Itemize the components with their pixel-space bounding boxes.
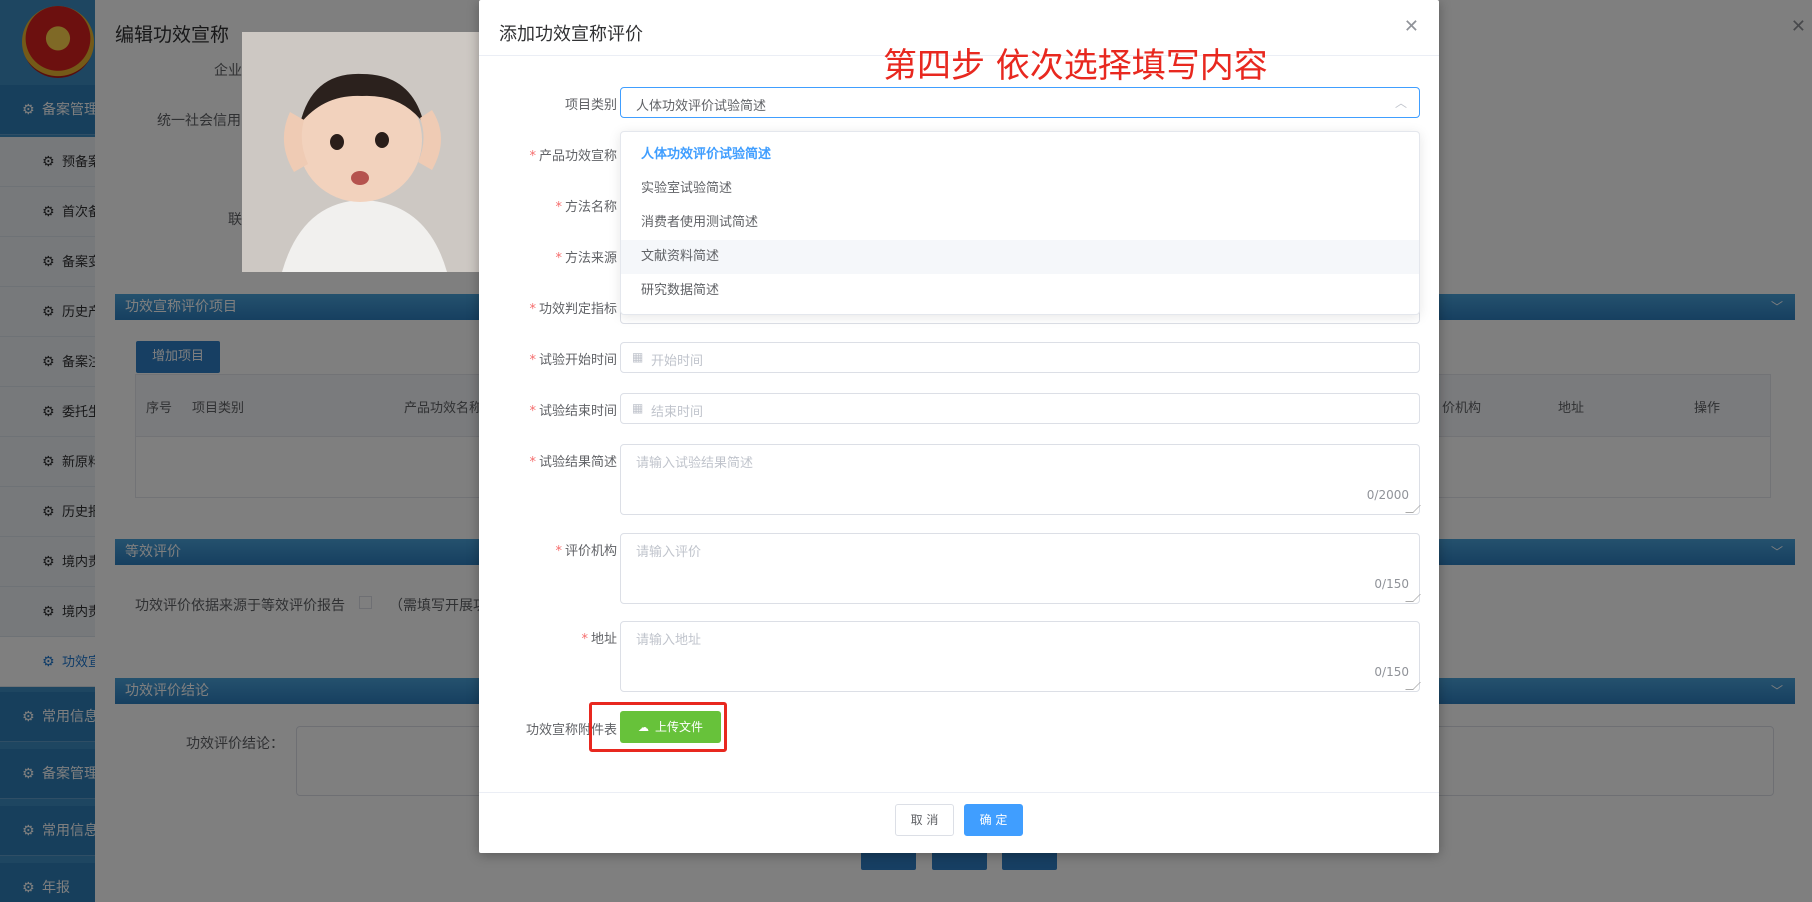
option-human-efficacy[interactable]: 人体功效评价试验简述: [621, 138, 1419, 172]
calendar-icon: ▦: [632, 350, 644, 364]
dialog-title: 添加功效宣称评价: [499, 24, 643, 45]
option-literature[interactable]: 文献资料简述: [621, 240, 1419, 274]
resize-handle[interactable]: [1405, 594, 1421, 602]
end-time-label: * 试验结束时间: [529, 404, 617, 419]
annotation-highlight-box: [589, 702, 727, 752]
chevron-up-icon: ︿: [1394, 96, 1407, 110]
start-time-input[interactable]: ▦ 开始时间: [620, 342, 1420, 373]
option-consumer-test[interactable]: 消费者使用测试简述: [621, 206, 1419, 240]
result-counter: 0/2000: [1366, 488, 1409, 502]
end-time-input[interactable]: ▦ 结束时间: [620, 393, 1420, 424]
org-textarea[interactable]: 请输入评价 0/150: [620, 533, 1421, 604]
address-placeholder: 请输入地址: [636, 633, 702, 648]
step-annotation: 第四步 依次选择填写内容: [883, 46, 1268, 86]
end-time-placeholder: 结束时间: [651, 405, 704, 420]
category-label: 项目类别: [564, 98, 617, 113]
result-label: * 试验结果简述: [529, 455, 617, 470]
close-icon[interactable]: ✕: [1404, 16, 1419, 37]
category-value: 人体功效评价试验简述: [636, 99, 767, 114]
dialog-footer: [479, 792, 1439, 853]
confirm-button[interactable]: 确 定: [964, 804, 1023, 836]
start-time-placeholder: 开始时间: [651, 354, 704, 369]
org-placeholder: 请输入评价: [636, 545, 702, 560]
category-dropdown: 人体功效评价试验简述 实验室试验简述 消费者使用测试简述 文献资料简述 研究数据…: [620, 131, 1420, 315]
method-source-label: * 方法来源: [555, 251, 617, 266]
category-select[interactable]: 人体功效评价试验简述 ︿: [620, 87, 1420, 118]
result-placeholder: 请输入试验结果简述: [636, 456, 754, 471]
baby-photo: [242, 32, 482, 272]
resize-handle[interactable]: [1405, 505, 1421, 513]
option-lab-test[interactable]: 实验室试验简述: [621, 172, 1419, 206]
org-label: * 评价机构: [555, 544, 617, 559]
resize-handle[interactable]: [1405, 682, 1421, 690]
address-textarea[interactable]: 请输入地址 0/150: [620, 621, 1421, 692]
indicator-label: * 功效判定指标: [529, 302, 617, 317]
option-research-data[interactable]: 研究数据简述: [621, 274, 1419, 308]
calendar-icon: ▦: [632, 401, 644, 415]
address-label: * 地址: [581, 632, 617, 647]
cancel-button[interactable]: 取 消: [895, 804, 954, 836]
add-efficacy-dialog: 添加功效宣称评价 ✕ 第四步 依次选择填写内容 项目类别 人体功效评价试验简述 …: [479, 0, 1439, 853]
result-textarea[interactable]: 请输入试验结果简述 0/2000: [620, 444, 1421, 515]
claim-label: * 产品功效宣称: [529, 149, 617, 164]
start-time-label: * 试验开始时间: [529, 353, 617, 368]
method-name-label: * 方法名称: [555, 200, 617, 215]
address-counter: 0/150: [1374, 665, 1409, 679]
org-counter: 0/150: [1374, 577, 1409, 591]
